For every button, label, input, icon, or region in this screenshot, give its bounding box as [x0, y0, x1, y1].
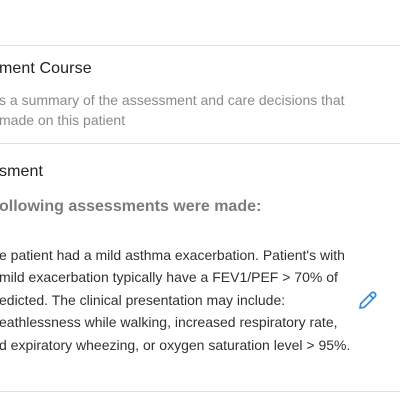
assessment-title: sment	[0, 163, 44, 180]
treatment-course-title: ment Course	[0, 60, 92, 77]
top-divider	[0, 45, 400, 46]
edit-assessment-button[interactable]	[356, 288, 380, 312]
assessment-text-line-2: mild exacerbation typically have a FEV1/…	[0, 269, 338, 285]
assessment-text-line-1: e patient had a mild asthma exacerbation…	[0, 247, 345, 263]
assessment-subheading: ollowing assessments were made:	[0, 198, 262, 215]
section-divider	[0, 143, 400, 144]
assessment-text-line-3: edicted. The clinical presentation may i…	[0, 292, 286, 308]
assessment-text-line-5: d expiratory wheezing, or oxygen saturat…	[0, 337, 351, 353]
bottom-divider	[0, 391, 400, 392]
assessment-text-line-4: eathlessness while walking, increased re…	[0, 314, 338, 330]
treatment-course-summary-line-1: s a summary of the assessment and care d…	[0, 92, 345, 108]
treatment-course-summary-line-2: made on this patient	[0, 112, 126, 128]
pencil-icon	[359, 291, 377, 309]
patient-record-screen: ment Course s a summary of the assessmen…	[0, 0, 400, 400]
